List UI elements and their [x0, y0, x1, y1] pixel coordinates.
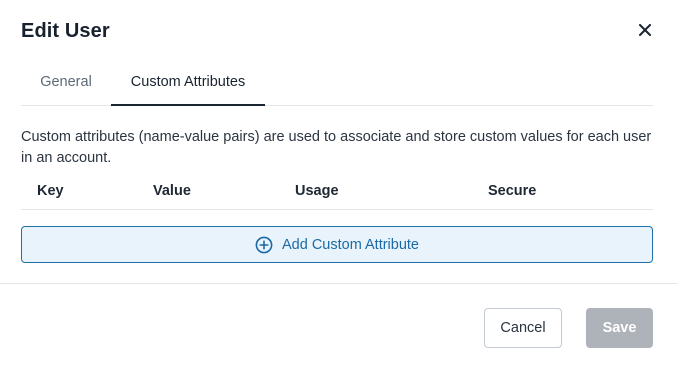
- column-header-usage: Usage: [295, 183, 339, 199]
- save-button[interactable]: Save: [586, 308, 653, 348]
- tab-general[interactable]: General: [21, 60, 111, 106]
- tab-custom-attributes[interactable]: Custom Attributes: [111, 60, 265, 106]
- cancel-button[interactable]: Cancel: [484, 308, 562, 348]
- add-custom-attribute-button[interactable]: Add Custom Attribute: [21, 226, 653, 263]
- plus-circle-icon: [255, 236, 273, 254]
- tab-bar: General Custom Attributes: [21, 60, 653, 106]
- close-icon: [639, 24, 651, 36]
- column-header-secure: Secure: [488, 183, 537, 199]
- dialog-title: Edit User: [21, 20, 110, 42]
- column-header-value: Value: [153, 183, 191, 199]
- footer-divider: [0, 283, 677, 284]
- column-header-key: Key: [37, 183, 64, 199]
- add-custom-attribute-label: Add Custom Attribute: [281, 236, 419, 253]
- edit-user-dialog: Edit User General Custom Attributes Cust…: [0, 0, 677, 370]
- description-text: Custom attributes (name-value pairs) are…: [21, 129, 652, 166]
- close-button[interactable]: [634, 19, 656, 41]
- attributes-table-header: Key Value Usage Secure: [21, 172, 653, 210]
